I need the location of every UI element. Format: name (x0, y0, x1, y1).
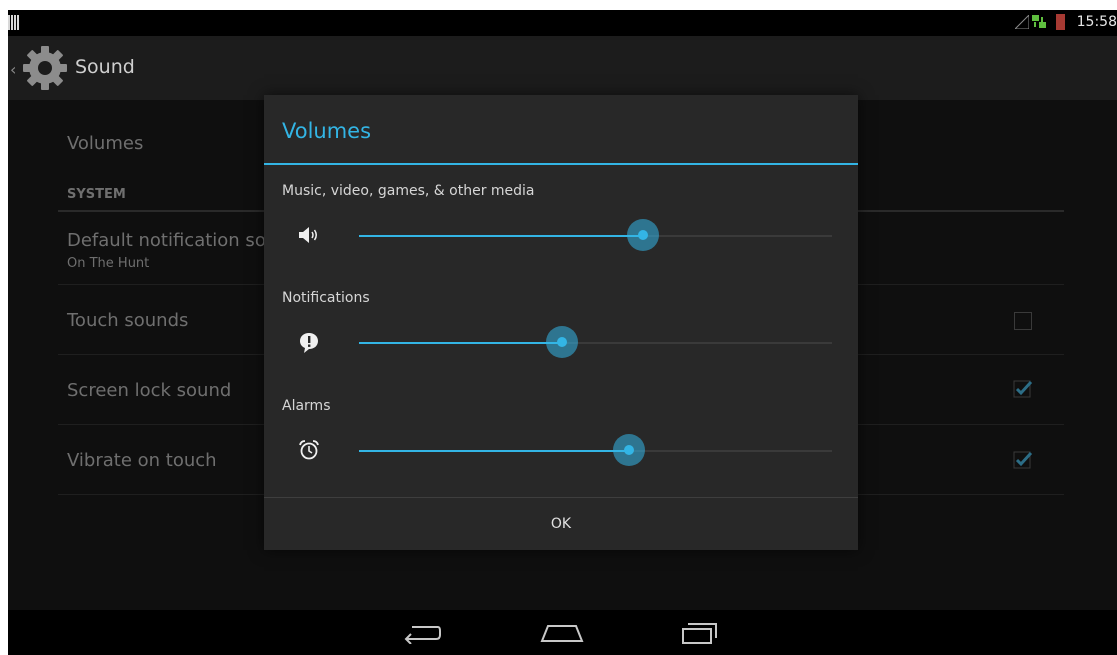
alarm-volume-fill (359, 450, 629, 452)
vibrate-on-touch-checkbox[interactable] (1012, 448, 1034, 470)
back-icon[interactable] (402, 622, 442, 644)
media-volume-label: Music, video, games, & other media (282, 183, 535, 199)
notification-volume-thumb[interactable] (546, 326, 579, 358)
network-icon (1032, 15, 1046, 28)
notification-icon (8, 15, 20, 30)
alarm-volume-thumb[interactable] (612, 434, 645, 466)
recents-icon[interactable] (682, 621, 718, 645)
screen-lock-sound-checkbox[interactable] (1012, 377, 1034, 399)
device-screen: 15:58 ‹ Sound Volumes SYSTEM Default not… (8, 10, 1117, 655)
vibrate-on-touch-item[interactable]: Vibrate on touch (67, 450, 217, 471)
settings-gear-icon[interactable] (21, 44, 69, 92)
up-chevron-icon[interactable]: ‹ (10, 60, 16, 79)
touch-sounds-item[interactable]: Touch sounds (67, 310, 188, 331)
section-header-system: SYSTEM (67, 187, 126, 202)
notification-bubble-icon[interactable] (298, 332, 320, 354)
speaker-icon[interactable] (298, 224, 320, 246)
status-bar: 15:58 (8, 10, 1117, 36)
clock-time: 15:58 (1076, 14, 1117, 30)
battery-icon (1056, 14, 1065, 30)
media-volume-slider[interactable] (359, 219, 832, 251)
notification-volume-slider[interactable] (359, 326, 832, 358)
action-bar: ‹ Sound (8, 36, 1117, 100)
volumes-dialog: Volumes Music, video, games, & other med… (264, 95, 858, 550)
dialog-title-divider (264, 163, 858, 165)
screen-lock-sound-item[interactable]: Screen lock sound (67, 380, 231, 401)
notification-volume-label: Notifications (282, 290, 370, 306)
screen-title: Sound (75, 56, 135, 78)
home-icon[interactable] (540, 622, 584, 644)
default-notification-sound-summary: On The Hunt (67, 256, 150, 271)
touch-sounds-checkbox[interactable] (1014, 312, 1032, 330)
dialog-title: Volumes (282, 119, 372, 143)
default-notification-sound-item[interactable]: Default notification sou (67, 230, 277, 251)
ok-button[interactable]: OK (264, 498, 858, 550)
alarm-volume-slider[interactable] (359, 434, 832, 466)
alarm-clock-icon[interactable] (298, 439, 320, 461)
alarm-volume-label: Alarms (282, 398, 331, 414)
notification-volume-fill (359, 342, 563, 344)
signal-icon (1015, 15, 1029, 29)
media-volume-thumb[interactable] (626, 219, 659, 251)
volumes-item[interactable]: Volumes (67, 133, 143, 154)
media-volume-fill (359, 235, 643, 237)
navigation-bar (8, 610, 1117, 655)
